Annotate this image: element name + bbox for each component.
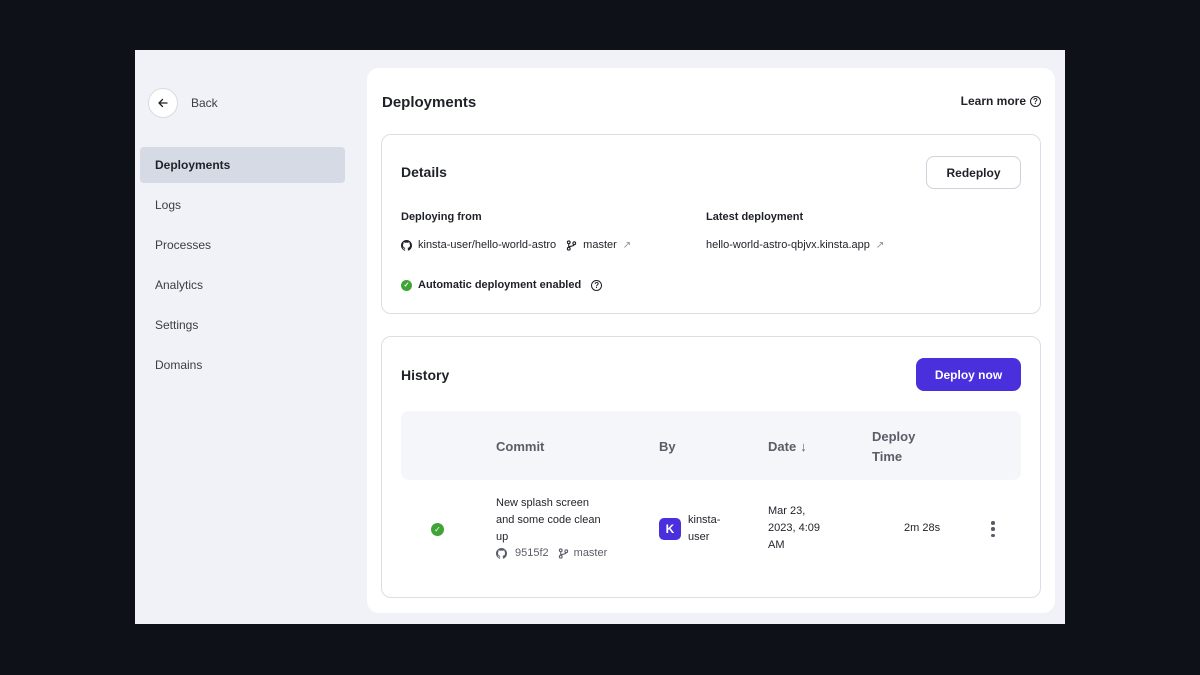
branch-icon [558, 547, 568, 559]
back-button[interactable] [148, 88, 178, 118]
column-deploy-time-line1: Deploy [872, 429, 916, 444]
commit-hash[interactable]: 9515f2 [515, 547, 549, 559]
back-label[interactable]: Back [191, 96, 218, 110]
repo-link[interactable]: kinsta-user/hello-world-astro [418, 239, 556, 251]
column-date[interactable]: Date ↓ [768, 439, 807, 454]
page-title: Deployments [382, 94, 477, 111]
sidebar-item-settings[interactable]: Settings [140, 307, 345, 343]
sidebar-nav: Deployments Logs Processes Analytics Set… [140, 147, 345, 387]
column-deploy-time: Deploy Time [872, 427, 915, 467]
success-status-icon: ✓ [431, 523, 444, 536]
github-icon [496, 547, 507, 559]
deploy-date-line2: 2023, 4:09 [768, 522, 820, 534]
deploy-now-button[interactable]: Deploy now [916, 358, 1021, 391]
history-title: History [401, 367, 450, 383]
external-link-icon[interactable]: ↗ [876, 240, 884, 251]
sidebar-item-logs[interactable]: Logs [140, 187, 345, 223]
deployed-by: kinsta- user [688, 512, 720, 546]
commit-message-line3: up [496, 531, 509, 543]
history-card: History Deploy now Commit By Date ↓ Depl… [381, 336, 1041, 598]
arrow-left-icon [158, 98, 168, 108]
deploying-from-row: kinsta-user/hello-world-astro master ↗ [401, 239, 631, 251]
avatar: K [659, 518, 681, 540]
auto-deploy-row: ✓ Automatic deployment enabled ? [401, 279, 603, 291]
commit-message: New splash screen and some code clean up [496, 495, 601, 546]
deploy-date: Mar 23, 2023, 4:09 AM [768, 503, 820, 554]
external-link-icon[interactable]: ↗ [623, 240, 631, 251]
learn-more-link[interactable]: Learn more ? [961, 94, 1041, 108]
app-frame: Back Deployments Logs Processes Analytic… [135, 50, 1065, 624]
details-card: Details Redeploy Deploying from kinsta-u… [381, 134, 1041, 314]
column-by: By [659, 439, 676, 454]
commit-message-line2: and some code clean [496, 514, 601, 526]
deploying-from-label: Deploying from [401, 211, 482, 223]
branch-label: master [583, 239, 617, 251]
details-title: Details [401, 164, 447, 180]
column-commit: Commit [496, 439, 545, 454]
deploy-time: 2m 28s [904, 522, 941, 534]
deployed-by-line1: kinsta- [688, 514, 721, 526]
commit-branch: master [573, 547, 608, 559]
sidebar-item-processes[interactable]: Processes [140, 227, 345, 263]
more-options-icon[interactable] [991, 521, 995, 537]
latest-deployment-label: Latest deployment [706, 211, 804, 223]
sidebar-item-analytics[interactable]: Analytics [140, 267, 345, 303]
deploy-date-line3: AM [768, 539, 785, 551]
help-icon: ? [1030, 95, 1041, 107]
column-date-label: Date [768, 439, 797, 454]
check-circle-icon: ✓ [401, 279, 412, 291]
latest-deployment-row: hello-world-astro-qbjvx.kinsta.app ↗ [706, 239, 884, 251]
sidebar-item-domains[interactable]: Domains [140, 347, 345, 383]
sidebar: Back Deployments Logs Processes Analytic… [135, 50, 355, 624]
deployed-by-line2: user [688, 531, 710, 543]
auto-deploy-label: Automatic deployment enabled [418, 279, 582, 291]
redeploy-button[interactable]: Redeploy [926, 156, 1021, 189]
main-panel: Deployments Learn more ? Details Redeplo… [367, 68, 1055, 613]
github-icon [401, 239, 412, 251]
column-deploy-time-line2: Time [872, 449, 903, 464]
commit-meta: 9515f2 master [496, 547, 607, 559]
deploy-date-line1: Mar 23, [768, 505, 806, 517]
latest-deployment-link[interactable]: hello-world-astro-qbjvx.kinsta.app [706, 239, 870, 251]
commit-message-line1: New splash screen [496, 497, 589, 509]
help-icon[interactable]: ? [591, 279, 603, 291]
sort-arrow-down-icon: ↓ [800, 439, 807, 454]
branch-icon [566, 239, 577, 251]
learn-more-label: Learn more [960, 94, 1026, 108]
history-table-header: Commit By Date ↓ Deploy Time [401, 411, 1021, 480]
sidebar-item-deployments[interactable]: Deployments [140, 147, 345, 183]
